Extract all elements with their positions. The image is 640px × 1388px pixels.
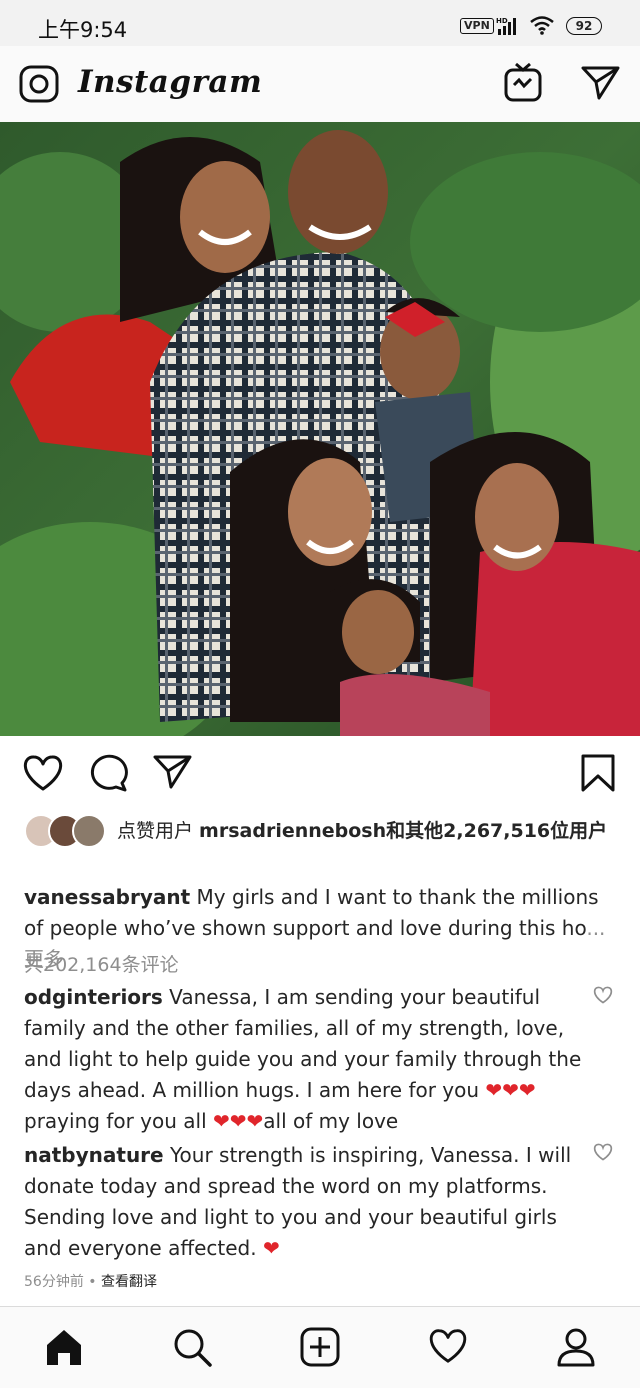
post-meta: 56分钟前 • 查看翻译 xyxy=(24,1271,157,1291)
comment-like-icon[interactable] xyxy=(593,986,613,1004)
post-photo[interactable] xyxy=(0,122,640,736)
likes-prefix: 点赞用户 xyxy=(117,820,200,842)
comment-item: odginteriors Vanessa, I am sending your … xyxy=(24,982,584,1137)
profile-icon[interactable] xyxy=(556,1327,596,1367)
heart-emoji: ❤❤❤ xyxy=(212,1109,264,1133)
comment-like-icon[interactable] xyxy=(593,1143,613,1161)
vpn-badge: VPN xyxy=(460,18,494,34)
status-bar: 上午9:54 VPN HD 92 xyxy=(0,0,640,46)
signal-icon: HD xyxy=(496,17,516,35)
caption-username[interactable]: vanessabryant xyxy=(24,885,190,909)
like-icon[interactable] xyxy=(22,754,64,792)
app-header: Instagram xyxy=(0,46,640,122)
post-time: 56分钟前 xyxy=(24,1274,84,1290)
heart-emoji: ❤❤❤ xyxy=(485,1078,536,1102)
bookmark-icon[interactable] xyxy=(580,753,616,793)
separator: • xyxy=(83,1274,101,1290)
comment-item: natbynature Your strength is inspiring, … xyxy=(24,1140,584,1264)
heart-emoji: ❤ xyxy=(262,1236,280,1260)
network-label: HD xyxy=(496,17,508,25)
direct-message-icon[interactable] xyxy=(581,65,621,101)
status-time: 上午9:54 xyxy=(38,18,128,42)
new-post-icon[interactable] xyxy=(300,1327,340,1367)
bottom-navigation xyxy=(0,1306,640,1388)
instagram-logo: Instagram xyxy=(78,64,263,100)
likes-count[interactable]: 和其他2,267,516位用户 xyxy=(386,820,607,842)
likes-text: 点赞用户 mrsadriennebosh和其他2,267,516位用户 xyxy=(117,816,617,847)
home-icon[interactable] xyxy=(44,1327,84,1367)
camera-icon[interactable] xyxy=(19,65,59,103)
igtv-icon[interactable] xyxy=(503,61,543,103)
liker-username[interactable]: mrsadriennebosh xyxy=(199,820,386,842)
view-all-comments[interactable]: 共202,164条评论 xyxy=(24,950,179,977)
wifi-icon xyxy=(530,16,554,35)
family-photo-image xyxy=(0,122,640,736)
comment-username[interactable]: odginteriors xyxy=(24,985,163,1009)
comment-username[interactable]: natbynature xyxy=(24,1143,164,1167)
share-icon[interactable] xyxy=(153,754,193,790)
avatar xyxy=(72,814,106,848)
post-action-bar xyxy=(0,736,640,808)
comment-icon[interactable] xyxy=(88,754,128,792)
activity-icon[interactable] xyxy=(428,1327,468,1365)
translate-link[interactable]: 查看翻译 xyxy=(101,1274,157,1290)
liker-avatars xyxy=(24,814,106,848)
battery-indicator: 92 xyxy=(566,17,602,35)
comment-text-2: praying for you all xyxy=(24,1109,213,1133)
comment-text-3: all of my love xyxy=(263,1109,399,1133)
search-icon[interactable] xyxy=(172,1327,212,1367)
